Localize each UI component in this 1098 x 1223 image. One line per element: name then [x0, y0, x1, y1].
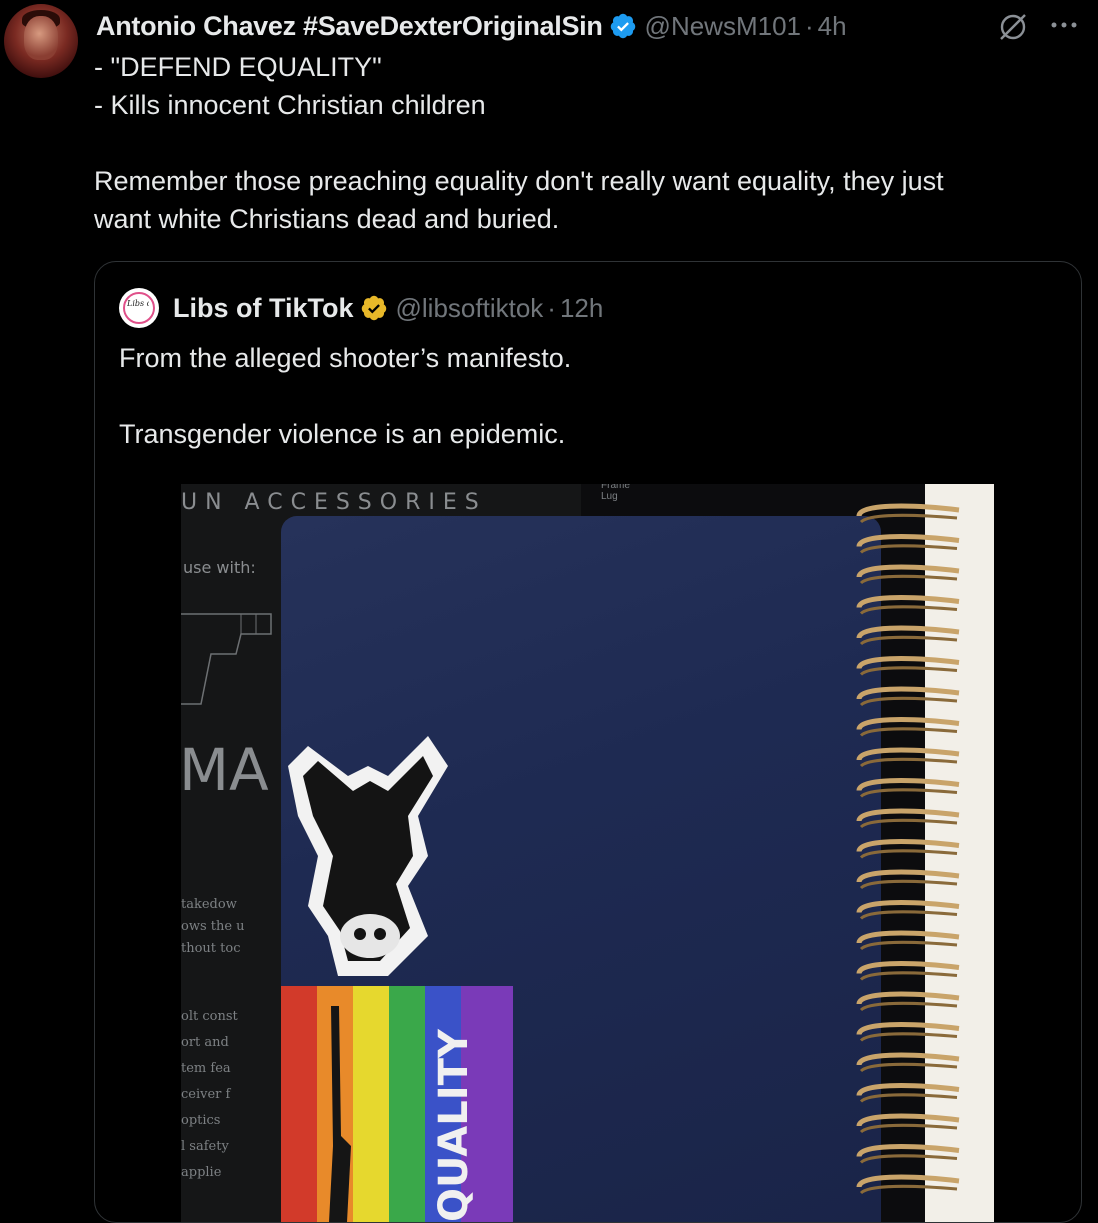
quoted-avatar-text: Libs of TikTok	[127, 299, 149, 308]
spiral-ring-shadow	[859, 666, 958, 676]
manual-title: UN ACCESSORIES	[181, 490, 487, 515]
spiral-ring-shadow	[859, 635, 958, 646]
tweet-header: Antonio Chavez #SaveDexterOriginalSin @N…	[96, 6, 847, 46]
gold-verified-badge-icon	[361, 295, 386, 321]
separator-dot: ·	[805, 10, 814, 41]
spiral-ring-shadow	[859, 1123, 958, 1134]
spiral-ring-shadow	[859, 879, 958, 890]
more-icon[interactable]	[1044, 10, 1084, 40]
spiral-ring-shadow	[859, 1001, 958, 1012]
manual-line: olt const	[181, 1009, 238, 1024]
spiral-ring-shadow	[859, 1154, 958, 1164]
quoted-line: Transgender violence is an epidemic.	[119, 419, 566, 449]
spiral-ring-shadow	[859, 727, 958, 737]
timestamp[interactable]: 4h	[818, 11, 847, 42]
spiral-ring-shadow	[859, 849, 958, 859]
quoted-author-handle[interactable]: @libsoftiktok	[396, 293, 544, 324]
quoted-tweet[interactable]: Libs of TikTok Libs of TikTok @libsoftik…	[94, 261, 1082, 1223]
verified-badge-icon	[610, 13, 635, 39]
spiral-ring-shadow	[859, 696, 958, 707]
tweet-line: want white Christians dead and buried.	[94, 204, 560, 234]
manual-line: ows the u	[181, 919, 245, 934]
spiral-binding	[856, 503, 960, 1195]
manual-right-text: Frame Lug	[601, 484, 630, 502]
quoted-author-name[interactable]: Libs of TikTok	[173, 293, 354, 324]
grok-icon[interactable]	[996, 10, 1030, 44]
quoted-text: From the alleged shooter’s manifesto. Tr…	[119, 339, 1049, 453]
spiral-ring-shadow	[859, 940, 958, 951]
author-name[interactable]: Antonio Chavez #SaveDexterOriginalSin	[96, 11, 603, 42]
manual-heading: MA	[181, 736, 269, 804]
spiral-ring-shadow	[859, 544, 958, 554]
gun-diagram	[181, 613, 272, 705]
manual-text-a: takedow ows the u thout toc	[181, 894, 245, 960]
spiral-ring-shadow	[859, 605, 958, 615]
manual-subtitle: use with:	[183, 558, 256, 577]
spiral-ring-shadow	[859, 910, 958, 920]
spiral-ring-shadow	[859, 788, 958, 798]
manual-line: takedow	[181, 897, 237, 912]
manual-text-b: olt const ort and tem fea ceiver f optic…	[181, 1004, 238, 1186]
spiral-ring-shadow	[859, 513, 958, 524]
equality-flag-sticker: QUALITY	[281, 986, 513, 1222]
manual-line: thout toc	[181, 941, 241, 956]
quoted-avatar[interactable]: Libs of TikTok	[119, 288, 159, 328]
quoted-timestamp[interactable]: 12h	[560, 293, 603, 324]
tweet-text: - "DEFEND EQUALITY" - Kills innocent Chr…	[94, 48, 1084, 238]
tweet-line: - "DEFEND EQUALITY"	[94, 52, 382, 82]
spiral-ring-shadow	[859, 818, 958, 829]
manual-line: applie	[181, 1165, 222, 1180]
spiral-ring-shadow	[859, 1062, 958, 1073]
manual-line: optics	[181, 1113, 221, 1128]
gargoyle-sticker	[288, 736, 448, 976]
quoted-line: From the alleged shooter’s manifesto.	[119, 343, 572, 373]
separator-dot: ·	[547, 292, 556, 323]
quoted-photo[interactable]: UN ACCESSORIES use with: MA takedow ows …	[181, 484, 994, 1222]
manual-line: tem fea	[181, 1061, 231, 1076]
flag-text: QUALITY	[431, 1028, 477, 1222]
author-avatar[interactable]	[4, 4, 78, 78]
spiral-ring-shadow	[859, 1093, 958, 1103]
quoted-header: Libs of TikTok Libs of TikTok @libsoftik…	[119, 288, 603, 328]
spiral-ring-shadow	[859, 1184, 958, 1195]
tweet-line: - Kills innocent Christian children	[94, 90, 486, 120]
spiral-ring-shadow	[859, 757, 958, 768]
manual-line: ceiver f	[181, 1087, 231, 1102]
manual-line: ort and	[181, 1035, 229, 1050]
author-handle[interactable]: @NewsM101	[645, 11, 801, 42]
spiral-ring-shadow	[859, 1032, 958, 1042]
spiral-ring-shadow	[859, 971, 958, 981]
manual-line: l safety	[181, 1139, 229, 1154]
tweet-line: Remember those preaching equality don't …	[94, 166, 944, 196]
spiral-ring-shadow	[859, 574, 958, 585]
